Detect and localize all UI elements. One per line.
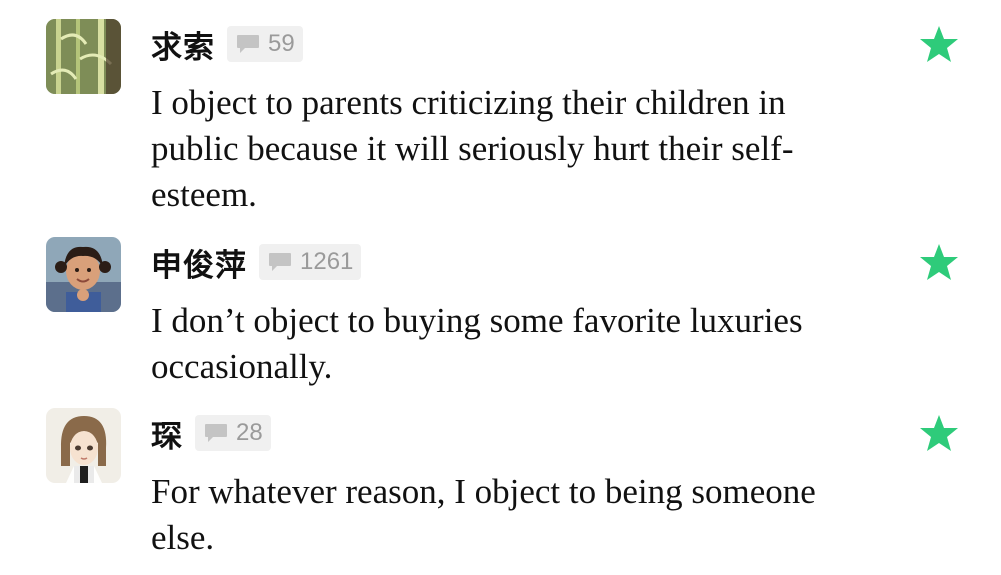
comment-text: For whatever reason, I object to being s… — [151, 472, 816, 557]
comment-count: 28 — [236, 419, 263, 446]
comment-count: 1261 — [300, 248, 354, 275]
comment-bubble-icon — [205, 424, 227, 442]
comment-bubble-icon — [269, 253, 291, 271]
comment-text: I don’t object to buying some favorite l… — [151, 301, 803, 386]
comment-bubble-icon — [237, 35, 259, 53]
star-icon[interactable] — [919, 243, 959, 281]
comment-count-badge[interactable]: 59 — [227, 26, 303, 62]
star-icon[interactable] — [919, 414, 959, 452]
avatar[interactable] — [46, 408, 121, 483]
star-icon[interactable] — [919, 25, 959, 63]
comment-count: 59 — [268, 30, 295, 57]
avatar[interactable] — [46, 19, 121, 94]
comment-count-badge[interactable]: 28 — [195, 415, 271, 451]
username[interactable]: 求索 — [151, 22, 215, 67]
username[interactable]: 申俊萍 — [151, 240, 247, 285]
comment-text: I object to parents criticizing their ch… — [151, 83, 794, 214]
avatar[interactable] — [46, 237, 121, 312]
username[interactable]: 琛 — [151, 411, 183, 456]
comment-count-badge[interactable]: 1261 — [259, 244, 362, 280]
